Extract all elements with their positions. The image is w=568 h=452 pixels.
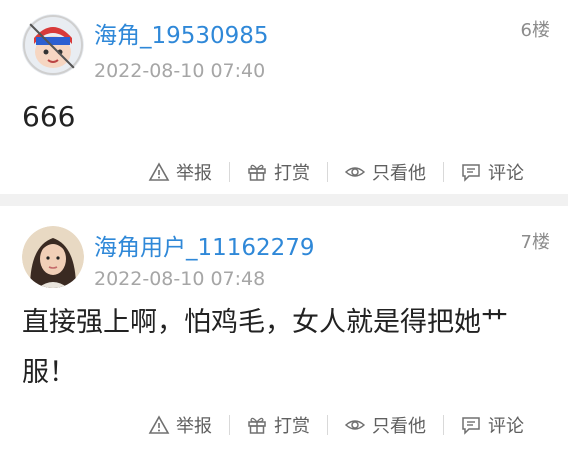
comment-text: 666 [22,100,76,133]
post-time: 2022-08-10 07:48 [94,268,266,290]
gift-icon [248,164,266,181]
tip-button[interactable]: 打赏 [246,157,310,187]
action-bar: 举报 打赏 只看他 评论 [0,410,568,440]
only-him-label: 只看他 [372,416,426,437]
divider [327,162,328,182]
comment-button[interactable]: 评论 [460,410,524,440]
warning-triangle-icon [148,415,170,434]
report-label: 举报 [176,416,212,437]
only-him-label: 只看他 [372,163,426,184]
comment-icon [462,417,480,435]
floor-number: 6楼 [520,20,550,41]
username[interactable]: 海角_19530985 [94,16,269,50]
divider [327,415,328,435]
comment-label: 评论 [488,416,524,437]
comment-post: 海角用户_11162279 7楼 2022-08-10 07:48 直接强上啊，… [0,206,568,452]
divider [229,415,230,435]
gift-icon [248,417,266,434]
avatar[interactable] [22,14,84,76]
comment-icon [462,164,480,182]
report-label: 举报 [176,163,212,184]
divider [229,162,230,182]
comment-label: 评论 [488,163,524,184]
report-button[interactable]: 举报 [148,410,212,440]
warning-triangle-icon [148,162,170,181]
only-him-button[interactable]: 只看他 [344,410,426,440]
floor-number: 7楼 [520,232,550,253]
comment-button[interactable]: 评论 [460,157,524,187]
report-button[interactable]: 举报 [148,157,212,187]
avatar[interactable] [22,226,84,288]
username[interactable]: 海角用户_11162279 [94,228,315,262]
tip-button[interactable]: 打赏 [246,410,310,440]
eye-icon [344,420,366,430]
divider [443,415,444,435]
comment-post: 海角_19530985 6楼 2022-08-10 07:40 666 举报 打… [0,0,568,194]
tip-label: 打赏 [274,416,310,437]
divider [443,162,444,182]
action-bar: 举报 打赏 只看他 评论 [0,157,568,187]
post-time: 2022-08-10 07:40 [94,60,266,82]
comment-text: 直接强上啊，怕鸡毛，女人就是得把她艹服！ [22,307,508,388]
post-divider [0,194,568,206]
tip-label: 打赏 [274,163,310,184]
eye-icon [344,167,366,177]
only-him-button[interactable]: 只看他 [344,157,426,187]
